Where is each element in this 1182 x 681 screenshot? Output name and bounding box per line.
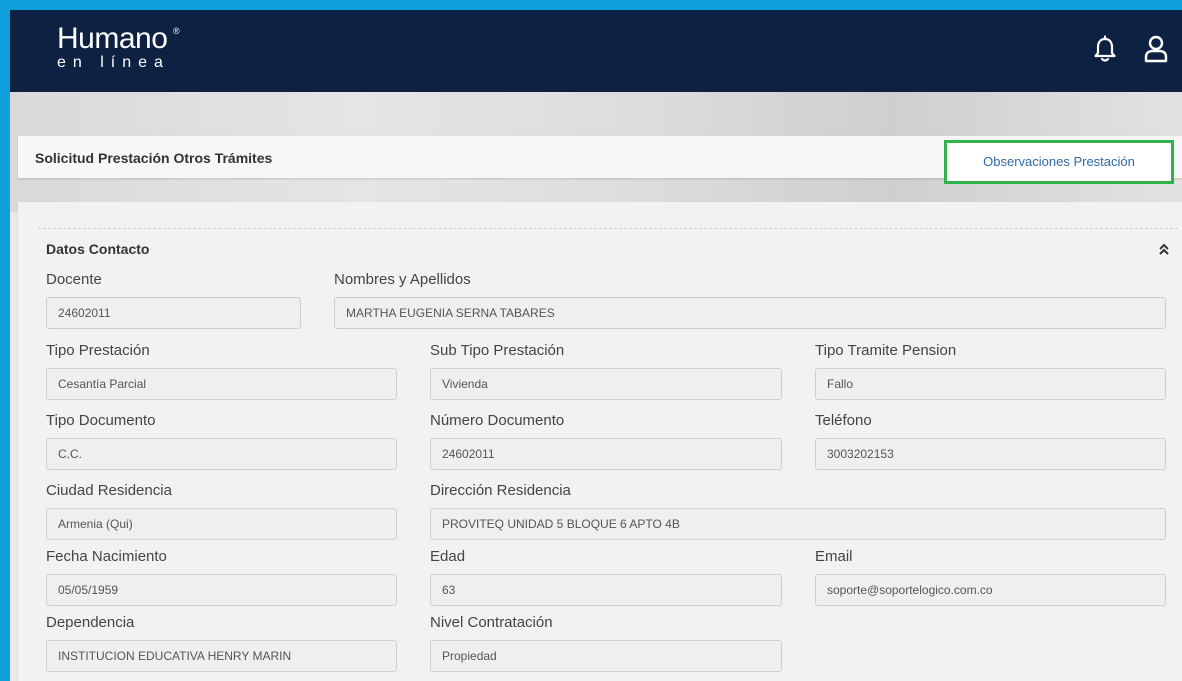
- user-icon[interactable]: [1142, 34, 1170, 64]
- tipo-prestacion-label: Tipo Prestación: [46, 342, 150, 359]
- sub-tipo-prestacion-label: Sub Tipo Prestación: [430, 342, 565, 359]
- tipo-tramite-pension-field[interactable]: Fallo: [815, 368, 1166, 400]
- section-title: Datos Contacto: [46, 241, 150, 257]
- sub-tipo-prestacion-field[interactable]: Vivienda: [430, 368, 782, 400]
- nombres-label: Nombres y Apellidos: [334, 271, 471, 288]
- top-navbar: Humano ® en línea: [10, 10, 1182, 92]
- contact-data-card: Datos Contacto Docente 24602011 Nombres …: [18, 202, 1182, 681]
- nivel-contratacion-field[interactable]: Propiedad: [430, 640, 782, 672]
- email-label: Email: [815, 548, 853, 565]
- observations-button-highlight: Observaciones Prestación: [944, 140, 1174, 184]
- telefono-label: Teléfono: [815, 412, 872, 429]
- tipo-documento-label: Tipo Documento: [46, 412, 156, 429]
- fecha-nacimiento-label: Fecha Nacimiento: [46, 548, 167, 565]
- logo-main-text: Humano: [57, 22, 168, 55]
- dependencia-label: Dependencia: [46, 614, 135, 631]
- nombres-field[interactable]: MARTHA EUGENIA SERNA TABARES: [334, 297, 1166, 329]
- nivel-contratacion-label: Nivel Contratación: [430, 614, 553, 631]
- section-divider: [38, 228, 1178, 229]
- direccion-residencia-field[interactable]: PROVITEQ UNIDAD 5 BLOQUE 6 APTO 4B: [430, 508, 1166, 540]
- email-field[interactable]: soporte@soportelogico.com.co: [815, 574, 1166, 606]
- numero-documento-label: Número Documento: [430, 412, 565, 429]
- telefono-field[interactable]: 3003202153: [815, 438, 1166, 470]
- edad-field[interactable]: 63: [430, 574, 782, 606]
- fecha-nacimiento-field[interactable]: 05/05/1959: [46, 574, 397, 606]
- tipo-documento-field[interactable]: C.C.: [46, 438, 397, 470]
- bell-icon[interactable]: [1091, 34, 1119, 64]
- tipo-prestacion-field[interactable]: Cesantía Parcial: [46, 368, 397, 400]
- ciudad-residencia-field[interactable]: Armenia (Qui): [46, 508, 397, 540]
- observations-button[interactable]: Observaciones Prestación: [947, 143, 1171, 181]
- docente-field[interactable]: 24602011: [46, 297, 301, 329]
- tipo-tramite-pension-label: Tipo Tramite Pension: [815, 342, 957, 359]
- numero-documento-field[interactable]: 24602011: [430, 438, 782, 470]
- edad-label: Edad: [430, 548, 466, 565]
- dependencia-field[interactable]: INSTITUCION EDUCATIVA HENRY MARIN: [46, 640, 397, 672]
- ciudad-residencia-label: Ciudad Residencia: [46, 482, 172, 499]
- logo-registered-mark: ®: [173, 26, 180, 36]
- app-frame: Humano ® en línea Solicitud Prestación O…: [10, 10, 1182, 681]
- chevron-double-up-icon[interactable]: [1158, 242, 1170, 256]
- logo-sub-text: en línea: [57, 54, 170, 71]
- docente-label: Docente: [46, 271, 102, 288]
- direccion-residencia-label: Dirección Residencia: [430, 482, 571, 499]
- page-title: Solicitud Prestación Otros Trámites: [35, 150, 273, 166]
